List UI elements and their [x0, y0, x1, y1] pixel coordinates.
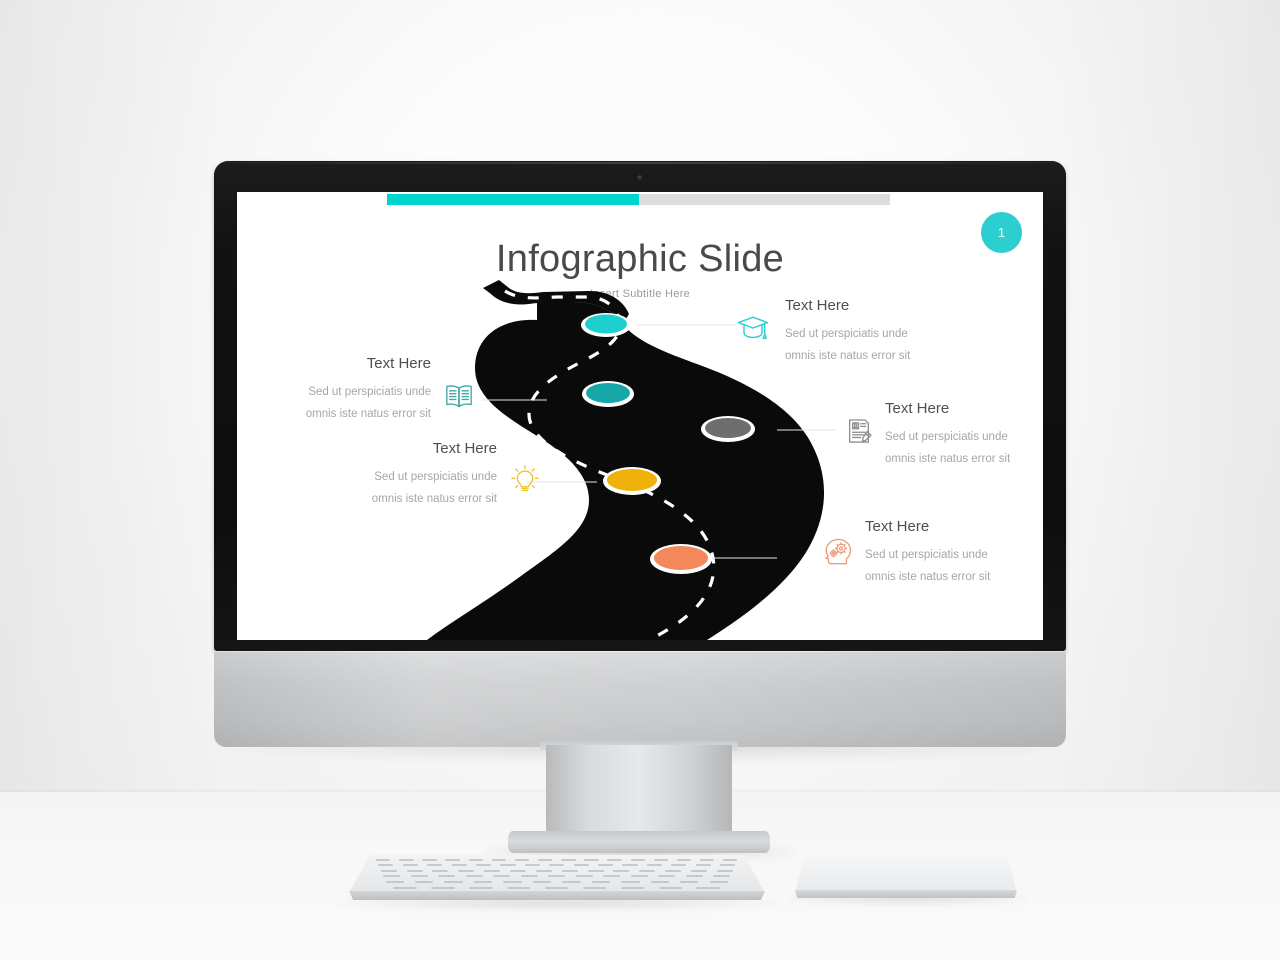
item-line-1: Sed ut perspiciatis unde — [785, 328, 908, 340]
item-heading: Text Here — [865, 518, 930, 535]
trackpad-front-edge — [795, 890, 1017, 898]
item-block-document: Text Here Sed ut perspiciatis unde omnis… — [885, 400, 1010, 471]
item-line-1: Sed ut perspiciatis unde — [885, 431, 1008, 443]
item-line-2: omnis iste natus error sit — [865, 571, 991, 584]
lightbulb-icon — [508, 463, 544, 499]
item-block-education: Text Here Sed ut perspiciatis unde omnis… — [785, 297, 910, 368]
item-line-1: Sed ut perspiciatis unde — [374, 471, 497, 483]
item-heading: Text Here — [432, 440, 497, 457]
graduation-cap-icon — [735, 310, 771, 346]
head-gears-icon — [819, 534, 855, 570]
keyboard[interactable] — [349, 855, 765, 903]
open-book-icon — [441, 378, 477, 414]
imac-monitor: 1 Infographic Slide Insert Subtitle Here — [214, 161, 1066, 747]
document-pen-icon — [842, 414, 878, 450]
trackpad[interactable] — [795, 858, 1017, 900]
webcam-icon — [637, 175, 643, 181]
wall-shadow-left — [0, 0, 230, 800]
item-line-2: omnis iste natus error sit — [371, 493, 497, 506]
monitor-screen: 1 Infographic Slide Insert Subtitle Here — [237, 192, 1043, 640]
chin-gradient — [214, 651, 1066, 747]
item-block-idea: Text Here Sed ut perspiciatis unde omnis… — [315, 440, 497, 511]
item-block-reading: Text Here Sed ut perspiciatis unde omnis… — [249, 355, 431, 426]
road-marker-education[interactable] — [581, 313, 631, 337]
wall-shadow-right — [1050, 0, 1280, 800]
monitor-stand-neck — [546, 745, 732, 837]
item-line-2: omnis iste natus error sit — [885, 453, 1011, 466]
presentation-slide: 1 Infographic Slide Insert Subtitle Here — [237, 192, 1043, 640]
monitor-chin — [214, 651, 1066, 747]
keyboard-top[interactable] — [349, 855, 765, 893]
item-line-1: Sed ut perspiciatis unde — [865, 549, 988, 561]
keyboard-keys[interactable] — [349, 855, 765, 893]
road-marker-document[interactable] — [701, 416, 755, 442]
item-heading: Text Here — [885, 400, 950, 417]
road-marker-thinking[interactable] — [650, 544, 712, 574]
monitor-stand-foot — [508, 831, 770, 853]
road-marker-idea[interactable] — [603, 467, 661, 495]
item-line-2: omnis iste natus error sit — [785, 350, 911, 363]
keyboard-front-edge — [349, 891, 765, 900]
road-marker-reading[interactable] — [582, 381, 634, 407]
item-block-thinking: Text Here Sed ut perspiciatis unde omnis… — [865, 518, 990, 589]
item-line-1: Sed ut perspiciatis unde — [308, 386, 431, 398]
item-line-2: omnis iste natus error sit — [305, 408, 431, 421]
item-heading: Text Here — [785, 297, 850, 314]
bezel-highlight — [216, 162, 1064, 164]
screenshot-scene: 1 Infographic Slide Insert Subtitle Here — [0, 0, 1280, 960]
item-heading: Text Here — [366, 355, 431, 372]
trackpad-surface[interactable] — [795, 858, 1017, 892]
